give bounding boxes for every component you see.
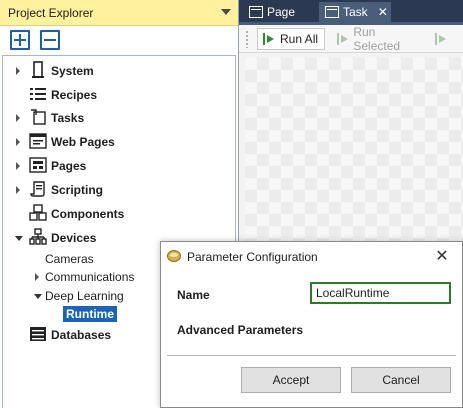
tab-task[interactable]: Task ✕ [319,2,391,22]
task-icon [31,109,46,125]
tree-item-label: Cameras [45,252,94,266]
tree-item-label: Recipes [51,88,98,102]
tree-item-web-pages[interactable]: Web Pages [3,131,235,153]
explorer-toolbar [0,26,238,54]
tree-item-label: System [51,64,94,78]
tree-item-pages[interactable]: Pages [3,155,235,177]
tree-item-label: Deep Learning [45,289,124,303]
accept-button[interactable]: Accept [241,367,341,393]
expand-arrow-icon[interactable] [35,273,39,281]
run-selected-label: Run Selected [353,25,401,53]
page-icon [29,157,47,173]
tab-label: Page [267,5,296,19]
tree-item-label: Web Pages [51,135,115,149]
tree-item-label: Devices [51,231,97,245]
document-tab-bar: Page Task ✕ [239,0,463,22]
collapse-arrow-icon[interactable] [34,294,42,299]
expand-all-button[interactable] [10,30,30,50]
tab-close-icon[interactable]: ✕ [378,5,388,19]
run-selected-icon [336,32,349,46]
name-label: Name [177,288,210,302]
dialog-title-bar[interactable]: Parameter Configuration ✕ [161,242,462,272]
tab-page[interactable]: Page [243,2,319,22]
tree-item-label: Pages [51,159,87,173]
web-page-icon [29,133,47,149]
tree-item-label: Communications [45,270,135,284]
run-all-button[interactable]: Run All [257,28,325,50]
tree-item-system[interactable]: System [3,60,235,82]
network-icon [29,228,47,245]
tab-label: Task [343,5,368,19]
dialog-title: Parameter Configuration [187,250,318,264]
database-icon [30,327,46,341]
project-explorer-header: Project Explorer [0,0,238,26]
cancel-button[interactable]: Cancel [351,367,451,393]
name-input[interactable] [310,282,451,304]
minus-icon [44,39,56,41]
run-more-button[interactable] [429,28,463,50]
expand-arrow-icon[interactable] [16,67,20,75]
collapse-arrow-icon[interactable] [15,236,23,241]
dialog-app-icon [167,250,181,262]
run-selected-button[interactable]: Run Selected [331,25,423,53]
script-icon [30,181,45,197]
dialog-separator [167,355,456,356]
advanced-parameters-label: Advanced Parameters [177,323,304,337]
tree-item-label: Components [51,207,125,221]
close-icon[interactable]: ✕ [431,246,453,268]
page-tab-icon [249,6,263,18]
tree-item-label: Databases [51,328,112,342]
tree-item-components[interactable]: Components [3,203,235,225]
tree-item-label: Scripting [51,183,104,197]
task-tab-icon [325,6,339,18]
task-toolbar: Run All Run Selected [239,25,463,53]
components-icon [29,204,47,221]
tree-item-label-selected: Runtime [63,306,117,322]
tree-item-tasks[interactable]: Tasks [3,107,235,129]
panel-menu-arrow-icon[interactable] [221,9,231,15]
run-more-icon [434,32,448,46]
toolbar-grip-icon[interactable] [245,30,249,48]
tree-item-label: Tasks [51,111,85,125]
expand-arrow-icon[interactable] [16,162,20,170]
expand-arrow-icon[interactable] [16,138,20,146]
tree-item-recipes[interactable]: Recipes [3,84,235,106]
parameter-configuration-dialog: Parameter Configuration ✕ Name Advanced … [160,241,463,408]
collapse-all-button[interactable] [40,30,60,50]
device-icon [32,61,44,78]
expand-arrow-icon[interactable] [16,186,20,194]
list-icon [30,88,46,100]
run-all-icon [262,32,276,46]
run-all-label: Run All [280,32,319,46]
project-explorer-title: Project Explorer [8,6,94,20]
expand-arrow-icon[interactable] [16,114,20,122]
tree-item-scripting[interactable]: Scripting [3,179,235,201]
plus-icon-vertical [19,34,21,46]
